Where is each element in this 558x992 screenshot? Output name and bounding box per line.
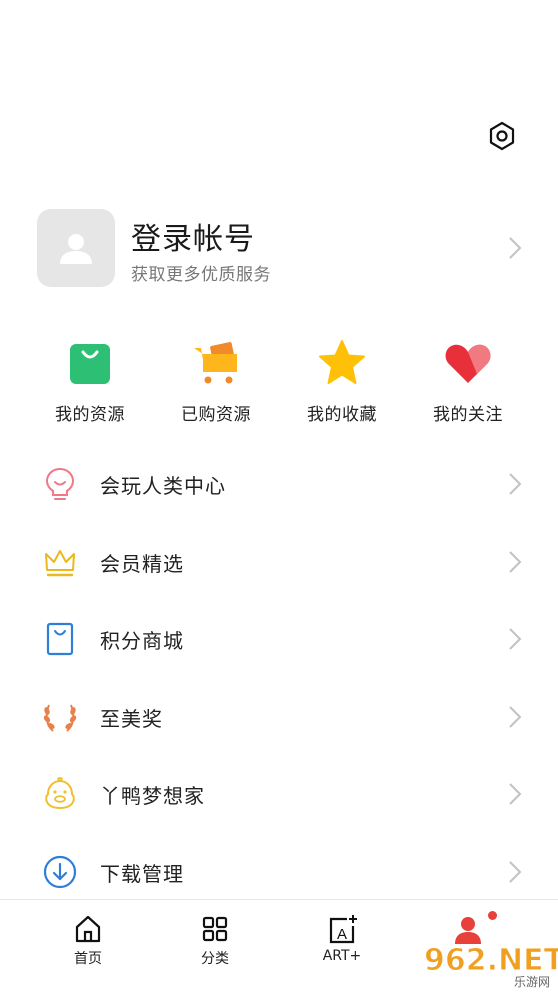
lightbulb-face-icon bbox=[45, 467, 75, 500]
crown-icon bbox=[45, 549, 75, 576]
quick-action-favorites[interactable]: 我的收藏 bbox=[282, 338, 402, 425]
tab-label: 首页 bbox=[74, 951, 102, 967]
menu-list: 会玩人类中心 会员精选 积分商城 至美奖 丫鸭梦想家 下载管理 bbox=[0, 446, 558, 911]
login-profile-row[interactable]: 登录帐号 获取更多优质服务 bbox=[0, 200, 558, 296]
settings-hexagon-icon bbox=[489, 121, 515, 151]
user-placeholder-icon bbox=[60, 234, 92, 264]
quick-action-my-resources[interactable]: 我的资源 bbox=[30, 338, 150, 425]
menu-item-player-center[interactable]: 会玩人类中心 bbox=[0, 446, 558, 524]
quick-action-label: 已购资源 bbox=[181, 405, 251, 425]
art-plus-icon: A bbox=[329, 915, 357, 944]
menu-item-label: 会员精选 bbox=[100, 551, 184, 576]
quick-action-label: 我的资源 bbox=[55, 405, 125, 425]
menu-item-label: 积分商城 bbox=[100, 629, 184, 653]
login-title[interactable]: 登录帐号 bbox=[131, 214, 255, 258]
home-icon bbox=[75, 915, 101, 943]
chevron-right-icon bbox=[509, 550, 522, 573]
login-subtitle: 获取更多优质服务 bbox=[131, 265, 271, 285]
chevron-right-icon bbox=[509, 860, 522, 883]
menu-item-label: 至美奖 bbox=[100, 706, 163, 731]
shopping-cart-icon bbox=[194, 342, 237, 384]
menu-item-label: 下载管理 bbox=[100, 861, 184, 886]
watermark-logo: 962.NET 乐游网 bbox=[424, 943, 558, 990]
menu-item-member-picks[interactable]: 会员精选 bbox=[0, 524, 558, 602]
menu-item-points-mall[interactable]: 积分商城 bbox=[0, 601, 558, 679]
quick-actions: 我的资源 已购资源 我的收藏 我的关注 bbox=[0, 338, 558, 428]
chevron-right-icon bbox=[509, 783, 522, 805]
settings-button[interactable] bbox=[486, 120, 518, 152]
chevron-right-icon bbox=[509, 473, 522, 495]
quick-action-label: 我的关注 bbox=[433, 405, 503, 425]
shopping-bag-icon bbox=[70, 344, 110, 384]
chevron-right-icon bbox=[509, 237, 522, 259]
duck-icon bbox=[45, 777, 75, 810]
grid-icon bbox=[202, 916, 228, 942]
watermark-text: 962.NET bbox=[424, 943, 558, 978]
chevron-right-icon bbox=[509, 705, 522, 728]
download-circle-icon bbox=[43, 855, 77, 888]
quick-action-follows[interactable]: 我的关注 bbox=[408, 338, 528, 425]
tab-label: 分类 bbox=[201, 951, 229, 967]
tab-label: ART+ bbox=[322, 948, 362, 964]
heart-icon bbox=[445, 344, 491, 383]
menu-item-label: 丫鸭梦想家 bbox=[100, 784, 205, 808]
tab-categories[interactable]: 分类 bbox=[170, 914, 260, 968]
quick-action-purchased[interactable]: 已购资源 bbox=[156, 338, 276, 425]
watermark-subtext: 乐游网 bbox=[514, 975, 550, 989]
quick-action-label: 我的收藏 bbox=[307, 405, 377, 425]
laurel-wreath-icon bbox=[43, 704, 77, 732]
shopping-bag-outline-icon bbox=[46, 622, 74, 656]
menu-item-label: 会玩人类中心 bbox=[100, 474, 226, 498]
tab-art-plus[interactable]: A ART+ bbox=[297, 914, 387, 964]
tab-home[interactable]: 首页 bbox=[43, 914, 133, 968]
avatar[interactable] bbox=[37, 209, 115, 287]
notification-dot bbox=[488, 911, 497, 920]
svg-text:A: A bbox=[337, 926, 347, 943]
chevron-right-icon bbox=[509, 628, 522, 650]
menu-item-duck-dreamer[interactable]: 丫鸭梦想家 bbox=[0, 756, 558, 834]
star-icon bbox=[319, 340, 365, 384]
menu-item-beauty-award[interactable]: 至美奖 bbox=[0, 679, 558, 757]
